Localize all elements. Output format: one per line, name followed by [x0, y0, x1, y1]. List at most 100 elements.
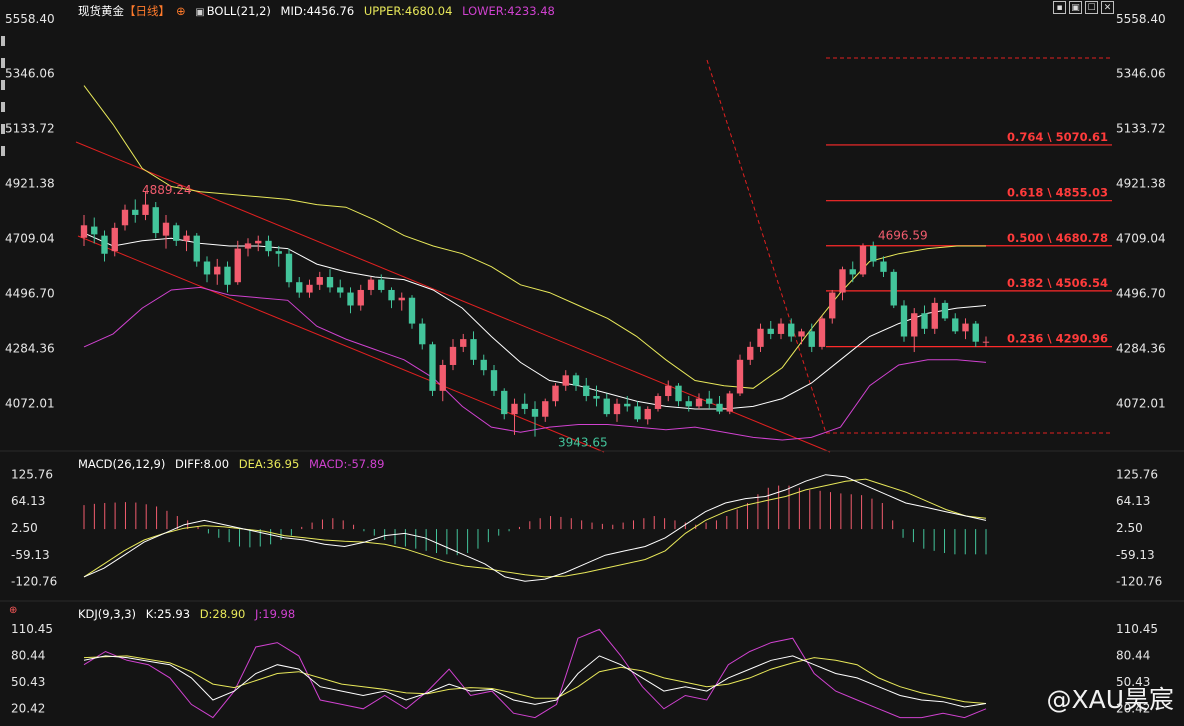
candle-body-71: [808, 331, 815, 347]
candle-body-72: [818, 318, 826, 347]
candle-body-39: [480, 359, 487, 371]
candle-body-34: [429, 344, 436, 391]
candle-body-78: [880, 261, 887, 272]
candle-body-25: [337, 287, 344, 293]
candle-body-82: [921, 313, 928, 329]
period-label[interactable]: 【日线】: [124, 4, 170, 18]
candle-body-41: [501, 390, 508, 415]
candle-body-9: [173, 225, 180, 241]
y-tick-left-3: 4921.38: [5, 177, 55, 191]
left-sidebar[interactable]: [0, 24, 6, 214]
boll-lower: LOWER:4233.48: [462, 4, 555, 18]
y-tick-right-2: 5133.72: [1116, 122, 1166, 136]
candle-body-51: [603, 398, 610, 415]
candle-body-0: [80, 225, 88, 238]
candle-body-65: [747, 346, 754, 360]
candle-body-6: [142, 204, 149, 215]
y-tick-left-7: 4072.01: [5, 396, 55, 410]
candle-body-52: [613, 403, 621, 415]
candle-body-10: [183, 235, 190, 241]
candle-body-75: [849, 269, 856, 275]
annotation-low: 3943.65: [558, 435, 608, 449]
candle-body-50: [593, 396, 600, 399]
kdj-header: KDJ(9,3,3) K:25.93 D:28.90 J:19.98: [78, 607, 301, 621]
fib-label-0: 0.764 \ 5070.61: [1007, 130, 1108, 144]
candle-body-4: [121, 209, 129, 226]
boll-mid-line: [83, 232, 987, 410]
candle-body-84: [941, 302, 949, 319]
candle-body-42: [511, 403, 518, 415]
candle-body-3: [111, 227, 118, 252]
watermark: @XAU昊宸: [1046, 685, 1174, 714]
y-tick-right-1: 5346.06: [1116, 67, 1166, 81]
candle-body-5: [132, 209, 139, 215]
candle-body-45: [542, 401, 549, 417]
candle-body-81: [911, 313, 918, 337]
macd-diff: DIFF:8.00: [175, 457, 230, 471]
candle-body-77: [870, 245, 877, 262]
y-tick-right-7: 4072.01: [1116, 396, 1166, 410]
macd-tick-right-2: 2.50: [1116, 521, 1143, 535]
candle-body-19: [275, 251, 282, 254]
candle-body-58: [675, 385, 682, 402]
close-icon[interactable]: ✕: [1101, 1, 1114, 14]
candle-body-66: [757, 328, 764, 347]
candle-body-38: [470, 339, 477, 360]
candle-body-18: [265, 240, 272, 252]
candle-body-8: [162, 222, 170, 236]
boll-upper: UPPER:4680.04: [363, 4, 453, 18]
kdj-d-line: [83, 655, 987, 704]
candle-body-12: [203, 261, 211, 275]
candle-body-14: [224, 266, 231, 285]
settings-icon[interactable]: ⊕: [176, 4, 186, 18]
y-tick-left-4: 4709.04: [5, 231, 55, 245]
kdj-tick-left-1: 80.44: [11, 648, 45, 662]
candle-body-29: [378, 279, 385, 290]
y-tick-left-5: 4496.70: [5, 286, 55, 300]
candle-body-61: [706, 398, 713, 404]
candle-body-54: [634, 406, 641, 420]
kdj-tick-left-3: 20.42: [11, 701, 45, 715]
boll-icon[interactable]: ▣: [195, 7, 204, 18]
kdj-tick-left-2: 50.43: [11, 675, 45, 689]
candle-body-59: [685, 401, 692, 407]
candle-body-87: [972, 323, 979, 342]
candle-body-68: [777, 323, 785, 334]
macd-name: MACD(26,12,9): [78, 457, 166, 471]
candle-body-20: [285, 253, 293, 283]
candle-body-74: [839, 269, 846, 293]
candle-body-2: [101, 235, 108, 254]
candle-body-37: [460, 339, 467, 347]
symbol-title: 现货黄金: [78, 4, 124, 18]
macd-header: MACD(26,12,9) DIFF:8.00 DEA:36.95 MACD:-…: [78, 457, 390, 471]
candle-body-13: [214, 266, 221, 275]
macd-tick-left-3: -59.13: [11, 548, 50, 562]
candle-body-27: [357, 289, 364, 306]
maximize-icon[interactable]: ☐: [1085, 1, 1098, 14]
candle-body-47: [562, 375, 569, 386]
macd-tick-left-2: 2.50: [11, 521, 38, 535]
macd-tick-right-3: -59.13: [1116, 548, 1155, 562]
kdj-name: KDJ(9,3,3): [78, 607, 137, 621]
candle-body-63: [726, 393, 733, 412]
candle-body-56: [654, 396, 662, 409]
candle-body-48: [572, 375, 580, 386]
layout-icon[interactable]: ▣: [1069, 1, 1082, 14]
annotation-recent-high: 4696.59: [878, 229, 928, 243]
macd-tick-left-4: -120.76: [11, 575, 57, 589]
candle-body-17: [255, 240, 262, 244]
channel-lower-line: [77, 235, 605, 453]
macd-value: MACD:-57.89: [308, 457, 385, 471]
restore-icon[interactable]: ▪: [1053, 1, 1066, 14]
macd-tick-left-0: 125.76: [11, 467, 53, 481]
macd-dea-line: [83, 478, 987, 578]
fib-label-4: 0.236 \ 4290.96: [1007, 332, 1108, 346]
candle-body-62: [716, 403, 723, 412]
candle-body-21: [296, 282, 303, 293]
candle-body-46: [552, 385, 559, 402]
kdj-settings-icon[interactable]: ⊕: [9, 605, 17, 616]
candle-body-15: [234, 248, 241, 283]
dashed-trend-line: [706, 59, 827, 434]
macd-tick-left-1: 64.13: [11, 494, 45, 508]
kdj-tick-right-1: 80.44: [1116, 648, 1150, 662]
